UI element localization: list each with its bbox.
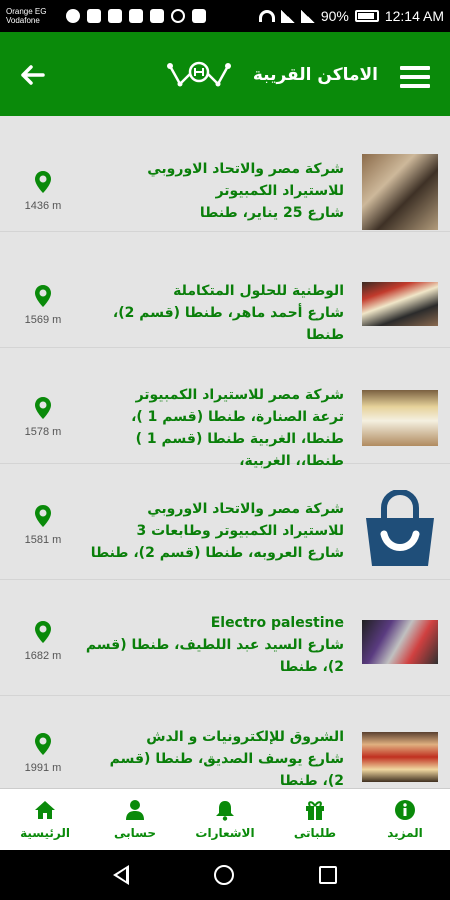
shopping-bag-icon: [366, 490, 434, 566]
place-thumbnail: [362, 154, 438, 230]
nav-notifications[interactable]: الاشعارات: [180, 789, 270, 850]
map-pin-icon: [35, 733, 51, 755]
distance-label: 1578 m: [24, 426, 62, 438]
status-bar: Orange EG Vodafone 90% 12:14 AM: [0, 0, 450, 32]
places-list[interactable]: شركة مصر والاتحاد الاوروبي للاستيراد الك…: [0, 116, 450, 788]
circle-icon: [171, 9, 185, 23]
list-item[interactable]: الوطنية للحلول المتكاملة شارع أحمد ماهر،…: [0, 232, 450, 348]
chart-icon: [108, 9, 122, 23]
place-name: شركة مصر والاتحاد الاوروبي للاستيراد الك…: [136, 501, 344, 539]
list-item[interactable]: Electro palestine شارع السيد عبد اللطيف،…: [0, 580, 450, 696]
signal-icon: [280, 9, 295, 23]
list-item[interactable]: الشروق للإلكترونيات و الدش شارع يوسف الص…: [0, 696, 450, 788]
place-name: الشروق للإلكترونيات و الدش: [146, 729, 344, 745]
place-address: شارع 25 يناير، طنطا: [199, 205, 344, 221]
back-button[interactable]: [18, 60, 48, 90]
system-recents-icon[interactable]: [319, 866, 338, 884]
app-bar: الاماكن القريبة: [0, 32, 450, 116]
system-back-icon[interactable]: [112, 865, 129, 885]
sd-card-icon: [150, 9, 164, 23]
nav-account-label: حسابى: [113, 826, 156, 840]
wifi-icon: [258, 10, 275, 22]
calendar-icon: [129, 9, 143, 23]
distance-label: 1436 m: [24, 200, 62, 212]
app-logo-icon: [167, 61, 231, 87]
list-item[interactable]: شركة مصر والاتحاد الاوروبي للاستيراد الك…: [0, 464, 450, 580]
place-name: الوطنية للحلول المتكاملة: [173, 283, 344, 299]
map-pin-icon: [35, 285, 51, 307]
nav-notifications-label: الاشعارات: [195, 826, 255, 840]
battery-percent: 90%: [320, 8, 349, 24]
carrier-info: Orange EG Vodafone: [6, 7, 60, 25]
place-thumbnail: [362, 620, 438, 664]
signal-icon-2: [300, 9, 315, 23]
home-icon: [35, 801, 55, 819]
distance-label: 1569 m: [24, 314, 62, 326]
laptop-icon: [192, 9, 206, 23]
system-home-icon[interactable]: [213, 865, 234, 885]
battery-icon: [354, 10, 379, 22]
place-address: شارع أحمد ماهر، طنطا (قسم 2)، طنطا: [112, 305, 344, 343]
nav-account[interactable]: حسابى: [90, 789, 180, 850]
nav-orders-label: طلباتى: [293, 826, 337, 840]
clock: 12:14 AM: [384, 8, 444, 24]
nav-orders[interactable]: طلباتى: [270, 789, 360, 850]
hamburger-menu-icon: [400, 66, 430, 70]
distance-label: 1991 m: [24, 762, 62, 774]
map-pin-icon: [35, 505, 51, 527]
notification-icons: [66, 9, 206, 23]
carrier-line-2: Vodafone: [6, 16, 40, 25]
place-thumbnail: [362, 282, 438, 326]
place-thumbnail: [362, 390, 438, 446]
place-name: Electro palestine: [210, 615, 344, 631]
place-address: شارع يوسف الصديق، طنطا (قسم 2)، طنطا: [109, 751, 344, 788]
page-title: الاماكن القريبة: [252, 65, 378, 85]
nav-home[interactable]: الرئيسية: [0, 789, 90, 850]
menu-button[interactable]: [400, 66, 430, 88]
bell-icon: [216, 801, 234, 821]
map-pin-icon: [35, 621, 51, 643]
map-pin-icon: [35, 171, 51, 193]
distance-label: 1682 m: [24, 650, 62, 662]
carrier-line-1: Orange EG: [6, 7, 47, 16]
place-name: شركة مصر للاستيراد الكمبيوتر: [135, 387, 344, 403]
info-icon: [395, 800, 415, 820]
user-icon: [126, 800, 144, 820]
place-name: شركة مصر والاتحاد الاوروبي للاستيراد الك…: [147, 161, 344, 199]
place-address: شارع العروبه، طنطا (قسم 2)، طنطا: [90, 545, 344, 561]
system-nav-bar: [0, 850, 450, 900]
place-thumbnail: [362, 732, 438, 782]
gift-icon: [306, 801, 324, 820]
image-icon: [87, 9, 101, 23]
list-item[interactable]: شركة مصر والاتحاد الاوروبي للاستيراد الك…: [0, 116, 450, 232]
distance-label: 1581 m: [24, 534, 62, 546]
map-pin-icon: [35, 397, 51, 419]
nav-home-label: الرئيسية: [20, 826, 70, 840]
nav-more-label: المزيد: [387, 826, 423, 840]
arrow-left-icon: [21, 65, 45, 85]
place-address: ترعة الصنارة، طنطا (قسم 1 )، طنطا، الغرب…: [131, 409, 344, 469]
list-item[interactable]: شركة مصر للاستيراد الكمبيوتر ترعة الصنار…: [0, 348, 450, 469]
place-address: شارع السيد عبد اللطيف، طنطا (قسم 2)، طنط…: [85, 637, 344, 675]
bottom-nav: الرئيسية حسابى الاشعارات طلباتى المزيد: [0, 788, 450, 850]
whatsapp-icon: [66, 9, 80, 23]
nav-more[interactable]: المزيد: [360, 789, 450, 850]
